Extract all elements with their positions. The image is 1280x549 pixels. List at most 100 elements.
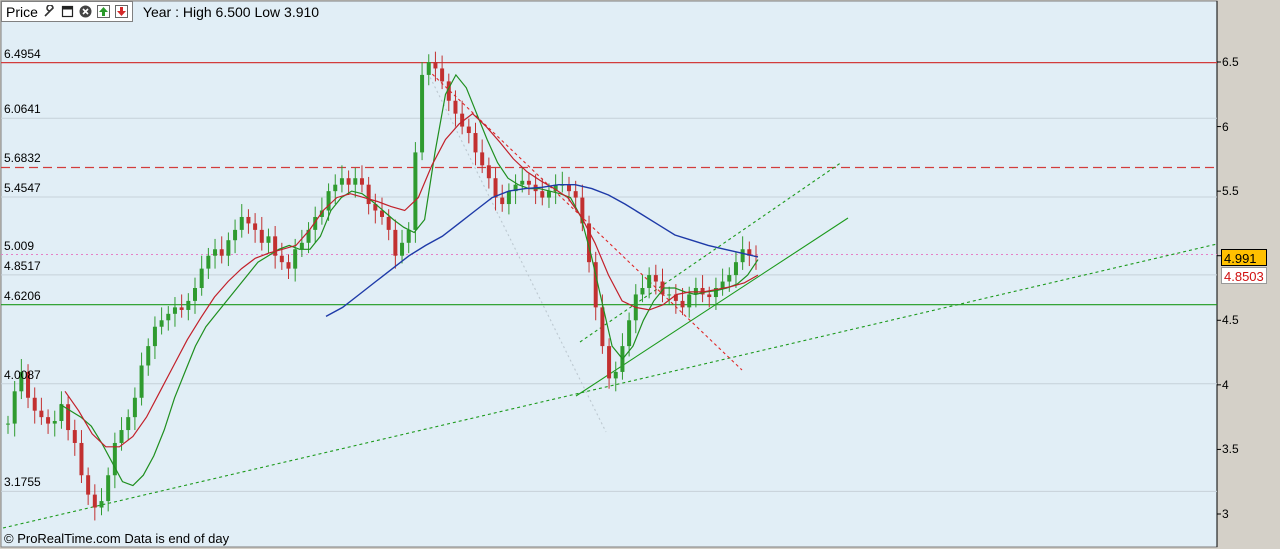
candle-body-14 <box>99 501 104 508</box>
candle-body-28 <box>193 287 197 301</box>
candle-body-63 <box>426 62 431 75</box>
price-level-label: 3.1755 <box>4 475 41 490</box>
candle-body-43 <box>293 249 298 269</box>
candle-body-107 <box>720 281 725 288</box>
candle-body-67 <box>453 100 458 114</box>
candle-body-102 <box>687 294 692 308</box>
candle-body-6 <box>46 417 51 424</box>
candle-body-19 <box>132 397 137 418</box>
price-chart[interactable] <box>0 0 1280 549</box>
move-up-icon[interactable] <box>96 5 110 18</box>
wrench-icon[interactable] <box>43 5 56 18</box>
candle-body-89 <box>600 307 605 347</box>
candle-body-38 <box>259 229 264 243</box>
price-level-label: 5.4547 <box>4 180 41 195</box>
candle-body-7 <box>52 421 57 424</box>
candle-body-57 <box>386 216 391 230</box>
candle-body-42 <box>286 262 291 269</box>
candle-body-34 <box>233 229 238 241</box>
candle-body-52 <box>353 178 358 185</box>
candle-body-84 <box>567 184 571 192</box>
candle-body-12 <box>86 475 91 495</box>
y-tick-label: 4 <box>1222 377 1229 392</box>
candle-body-33 <box>226 240 231 256</box>
price-level-label: 4.6206 <box>4 288 41 303</box>
candle-body-90 <box>607 346 612 379</box>
window-icon[interactable] <box>61 5 74 18</box>
last-value-badge: 4.991 <box>1221 249 1267 266</box>
candle-body-77 <box>520 180 525 185</box>
candle-body-22 <box>152 326 157 347</box>
candle-body-61 <box>413 152 418 230</box>
candle-body-36 <box>246 216 251 224</box>
candle-body-95 <box>640 287 645 295</box>
candle-body-30 <box>206 255 211 269</box>
candle-body-23 <box>159 320 164 327</box>
chart-window: Price Year : High 6.500 Low 3.910 6.4954… <box>0 0 1280 549</box>
candle-body-24 <box>166 313 171 321</box>
candle-body-91 <box>613 371 618 379</box>
y-tick-label: 3.5 <box>1222 442 1239 457</box>
candle-body-110 <box>740 249 745 263</box>
candle-body-97 <box>653 275 658 282</box>
y-tick-label: 3 <box>1222 506 1229 521</box>
candle-body-37 <box>253 223 258 230</box>
candle-body-93 <box>627 320 632 347</box>
candle-body-29 <box>199 268 204 288</box>
candle-body-53 <box>359 178 364 185</box>
candle-body-51 <box>346 178 351 185</box>
candle-body-85 <box>573 191 578 198</box>
candle-body-17 <box>119 430 124 443</box>
candle-body-5 <box>39 410 44 418</box>
candle-body-60 <box>406 229 411 243</box>
candle-body-0 <box>6 423 10 425</box>
candle-body-27 <box>186 300 191 310</box>
candle-body-18 <box>126 417 131 431</box>
candle-body-64 <box>433 62 438 69</box>
footer-credit: © ProRealTime.com Data is end of day <box>4 531 230 546</box>
price-level-label: 6.4954 <box>4 46 41 61</box>
close-icon[interactable] <box>79 5 92 18</box>
price-level-label: 6.0641 <box>4 102 41 117</box>
candle-body-65 <box>440 68 445 82</box>
candle-body-44 <box>299 242 304 250</box>
candle-body-99 <box>667 294 672 296</box>
candle-body-26 <box>179 307 184 310</box>
y-tick-label: 6 <box>1222 119 1229 134</box>
candle-body-96 <box>647 275 652 288</box>
candle-body-78 <box>526 180 531 185</box>
year-range-text: Year : High 6.500 Low 3.910 <box>142 3 320 20</box>
candle-body-74 <box>500 197 505 205</box>
candle-body-10 <box>72 430 77 443</box>
candle-body-13 <box>92 494 97 508</box>
price-level-label: 5.6832 <box>4 151 41 166</box>
candle-body-62 <box>420 74 425 153</box>
candle-body-8 <box>59 404 64 422</box>
candle-body-48 <box>326 191 331 211</box>
candle-body-11 <box>79 442 84 476</box>
candle-body-109 <box>733 262 738 276</box>
candle-body-69 <box>466 126 471 134</box>
candle-body-54 <box>366 184 371 205</box>
price-level-label: 5.009 <box>4 238 35 253</box>
candle-body-25 <box>172 307 177 314</box>
candle-body-71 <box>480 152 485 166</box>
candle-body-105 <box>707 294 712 298</box>
candle-body-49 <box>333 184 338 192</box>
candle-body-59 <box>400 242 405 256</box>
candle-body-39 <box>266 236 271 243</box>
indicator-header: Price <box>1 1 133 22</box>
candle-body-41 <box>279 255 284 263</box>
move-down-icon[interactable] <box>114 5 128 18</box>
candle-body-15 <box>106 475 111 502</box>
candle-body-108 <box>727 275 732 282</box>
price-level-label: 4.8517 <box>4 258 41 273</box>
price-level-label: 4.0087 <box>4 367 41 382</box>
candle-body-101 <box>680 300 685 308</box>
candle-body-80 <box>540 191 545 198</box>
candle-body-20 <box>139 365 144 398</box>
candle-body-32 <box>219 249 224 256</box>
candle-body-58 <box>393 229 398 256</box>
candle-body-35 <box>239 216 244 230</box>
candle-body-21 <box>146 346 151 366</box>
